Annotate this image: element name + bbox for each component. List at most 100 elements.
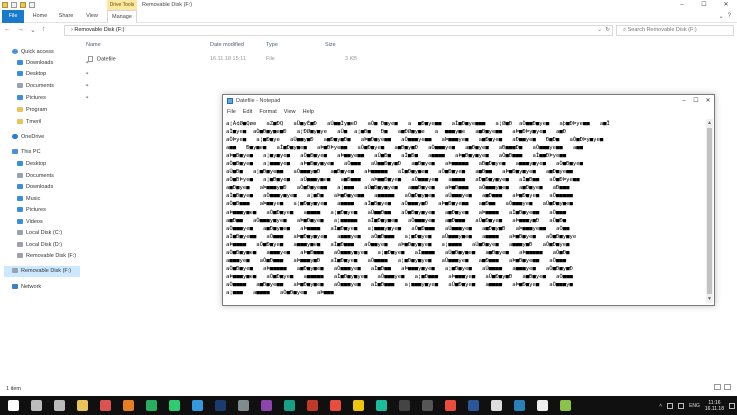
app-pink-icon[interactable] bbox=[307, 400, 318, 411]
app-orange-icon[interactable] bbox=[123, 400, 134, 411]
notepad-text-area[interactable]: a¦Ã¢Ø■Qøe aZ■ÐQ aÜ■yÈ■Ð aÚ■■Ìy■eD aÒ■ Ð■… bbox=[224, 119, 707, 303]
notepad-maximize-button[interactable]: ☐ bbox=[690, 95, 702, 108]
sidebar-item-videos[interactable]: Videos bbox=[17, 217, 43, 228]
settings-icon[interactable] bbox=[491, 400, 502, 411]
sidebar-item-downloads[interactable]: Downloads ✦ bbox=[17, 58, 89, 69]
sidebar-item-network[interactable]: Network bbox=[12, 282, 41, 293]
menu-file[interactable]: File bbox=[227, 109, 236, 115]
pin-icon: ✦ bbox=[85, 95, 90, 101]
tab-share[interactable]: Share bbox=[55, 10, 77, 23]
sidebar-item-this-pc[interactable]: This PC bbox=[12, 147, 41, 158]
back-arrow-icon[interactable]: ← bbox=[4, 26, 11, 34]
close-button[interactable]: ✕ bbox=[715, 0, 737, 10]
menu-format[interactable]: Format bbox=[259, 109, 276, 115]
scroll-down-icon[interactable]: ▼ bbox=[706, 295, 713, 303]
notepad-minimize-button[interactable]: – bbox=[678, 95, 690, 108]
app-red2-icon[interactable] bbox=[330, 400, 341, 411]
notepad-scrollbar[interactable]: ▲ ▼ bbox=[706, 119, 713, 303]
sidebar-item-removable-disk-f[interactable]: Removable Disk (F:) bbox=[17, 251, 76, 262]
app-blue-icon[interactable] bbox=[192, 400, 203, 411]
app-black-icon[interactable] bbox=[399, 400, 410, 411]
notifications-icon[interactable] bbox=[729, 402, 735, 409]
chevron-up-icon[interactable]: ˄ bbox=[659, 403, 662, 409]
sidebar-item-local-disk-c[interactable]: Local Disk (C:) bbox=[17, 228, 62, 239]
sidebar-item-music[interactable]: Music bbox=[17, 194, 40, 205]
start-icon[interactable] bbox=[8, 400, 19, 411]
search-icon[interactable] bbox=[31, 400, 42, 411]
menu-help[interactable]: Help bbox=[303, 109, 314, 115]
notepad-close-button[interactable]: ✕ bbox=[702, 95, 714, 108]
notepad-title-bar[interactable]: Datefile - Notepad – ☐ ✕ bbox=[223, 95, 714, 108]
file-explorer-icon[interactable] bbox=[77, 400, 88, 411]
menu-edit[interactable]: Edit bbox=[243, 109, 252, 115]
network-tray-icon[interactable] bbox=[667, 402, 674, 409]
app-cyan-icon[interactable] bbox=[376, 400, 387, 411]
app-blue2-icon[interactable] bbox=[514, 400, 525, 411]
sidebar-item-documents-pc[interactable]: Documents bbox=[17, 171, 54, 182]
customize-toolbar-icon[interactable] bbox=[29, 2, 35, 8]
menu-view[interactable]: View bbox=[284, 109, 296, 115]
sidebar-item-onedrive[interactable]: OneDrive bbox=[12, 132, 44, 143]
sidebar-item-local-disk-d[interactable]: Local Disk (D:) bbox=[17, 240, 62, 251]
address-bar[interactable]: › Removable Disk (F:) ⌄ ↻ bbox=[64, 25, 613, 36]
details-view-icon[interactable] bbox=[714, 384, 721, 390]
new-folder-icon[interactable] bbox=[20, 2, 26, 8]
quick-access-toolbar bbox=[2, 2, 35, 8]
chrome2-icon[interactable] bbox=[445, 400, 456, 411]
help-icon[interactable]: ? bbox=[728, 13, 731, 20]
app-lime-icon[interactable] bbox=[560, 400, 571, 411]
file-row[interactable]: Datefile bbox=[88, 56, 116, 62]
minimize-button[interactable]: – bbox=[671, 0, 693, 10]
app-word-icon[interactable] bbox=[468, 400, 479, 411]
clock[interactable]: 11:16 16.11.18 bbox=[705, 400, 724, 412]
language-indicator[interactable]: ENG bbox=[689, 403, 700, 409]
sidebar-item-removable-disk-f-selected[interactable]: Removable Disk (F:) bbox=[4, 266, 80, 277]
notepad-line: a■Ð■■ aÒ■■■y■ye■ aÞ■Ð■ye■ a¦■■■■■ aÌ■Ð■y… bbox=[226, 217, 567, 224]
expand-ribbon-icon[interactable]: ⌄ bbox=[719, 13, 724, 20]
app-red-icon[interactable] bbox=[100, 400, 111, 411]
maximize-button[interactable]: ☐ bbox=[693, 0, 715, 10]
window-title: Removable Disk (F:) bbox=[142, 2, 193, 8]
chrome-icon[interactable] bbox=[353, 400, 364, 411]
photoshop-icon[interactable] bbox=[215, 400, 226, 411]
app-gray-icon[interactable] bbox=[238, 400, 249, 411]
downloads-icon bbox=[17, 60, 23, 66]
task-view-icon[interactable] bbox=[54, 400, 65, 411]
refresh-icon[interactable]: ↻ bbox=[605, 26, 610, 35]
notepad-line: aÒÞye■ a¦■Ð■ye aÚ■■y■Ð a■Ð■y■Ð■ aÞ■Ð■ye■… bbox=[226, 137, 604, 144]
tab-view[interactable]: View bbox=[82, 10, 102, 23]
column-header-name[interactable]: Name bbox=[86, 42, 101, 48]
properties-icon[interactable] bbox=[11, 2, 17, 8]
sidebar-item-documents[interactable]: Documents ✦ bbox=[17, 81, 89, 92]
chevron-down-icon[interactable]: ⌄ bbox=[597, 26, 602, 35]
sidebar-item-desktop[interactable]: Desktop ✦ bbox=[17, 69, 89, 80]
sidebar-item-pictures-pc[interactable]: Pictures bbox=[17, 205, 46, 216]
forward-arrow-icon[interactable]: → bbox=[17, 26, 24, 34]
sidebar-item-program[interactable]: Program bbox=[17, 105, 47, 116]
tab-manage[interactable]: Manage bbox=[107, 10, 137, 23]
tab-file[interactable]: File bbox=[2, 10, 24, 23]
column-header-type[interactable]: Type bbox=[266, 42, 278, 48]
column-header-date[interactable]: Date modified bbox=[210, 42, 244, 48]
app-teal-icon[interactable] bbox=[284, 400, 295, 411]
sidebar-item-desktop-pc[interactable]: Desktop bbox=[17, 159, 46, 170]
volume-icon[interactable] bbox=[678, 402, 685, 409]
scroll-up-icon[interactable]: ▲ bbox=[706, 119, 713, 127]
app-green2-icon[interactable] bbox=[169, 400, 180, 411]
app-white-icon[interactable] bbox=[537, 400, 548, 411]
status-bar-text: 1 item bbox=[6, 386, 21, 392]
large-icons-view-icon[interactable] bbox=[724, 384, 731, 390]
sidebar-item-downloads-pc[interactable]: Downloads bbox=[17, 182, 53, 193]
app-purple-icon[interactable] bbox=[261, 400, 272, 411]
app-dark-icon[interactable] bbox=[422, 400, 433, 411]
tab-home[interactable]: Home bbox=[30, 10, 50, 23]
app-green-icon[interactable] bbox=[146, 400, 157, 411]
sidebar-item-tmeril[interactable]: Tmeril bbox=[17, 117, 41, 128]
scroll-thumb[interactable] bbox=[707, 128, 712, 294]
column-header-size[interactable]: Size bbox=[325, 42, 336, 48]
sidebar-item-quick-access[interactable]: Quick access bbox=[12, 47, 54, 58]
up-arrow-icon[interactable]: ↑ bbox=[42, 26, 46, 34]
sidebar-item-pictures[interactable]: Pictures ✦ bbox=[17, 93, 89, 104]
search-input[interactable]: ⌕ Search Removable Disk (F:) bbox=[616, 25, 734, 36]
recent-locations-icon[interactable]: ⌄ bbox=[30, 26, 36, 34]
